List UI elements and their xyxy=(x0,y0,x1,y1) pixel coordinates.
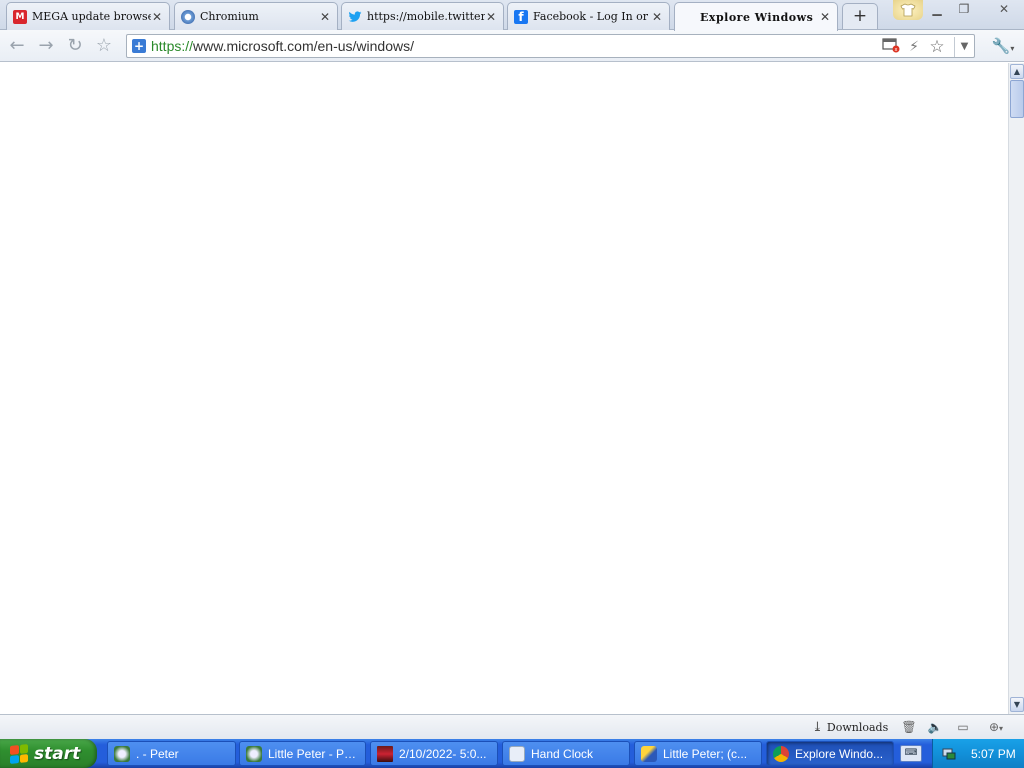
windows-logo-icon xyxy=(10,743,28,764)
mega-icon: M xyxy=(13,9,27,24)
close-icon[interactable]: ✕ xyxy=(319,10,331,24)
taskbar-item-label: . - Peter xyxy=(136,746,179,761)
taskbar-item-label: Hand Clock xyxy=(531,746,594,761)
scroll-thumb[interactable] xyxy=(1010,80,1024,118)
taskbar-item[interactable]: . - Peter xyxy=(107,741,236,766)
clock-app-icon xyxy=(509,745,525,762)
popup-blocked-icon[interactable]: x xyxy=(881,37,901,57)
close-window-icon[interactable]: ✕ xyxy=(988,0,1020,18)
dropdown-arrow-icon[interactable]: ▼ xyxy=(954,37,974,57)
start-label: start xyxy=(34,743,81,764)
tab-title: Facebook - Log In or xyxy=(533,10,649,23)
profile-shirt-icon[interactable] xyxy=(893,0,923,20)
taskbar-item-label: Explore Windo... xyxy=(795,746,884,761)
close-icon[interactable]: ✕ xyxy=(151,10,163,24)
system-tray: 5:07 PM xyxy=(932,739,1024,768)
app-icon xyxy=(246,745,262,762)
wrench-menu-icon[interactable]: 🔧▾ xyxy=(988,35,1018,57)
tab-title: MEGA update browser xyxy=(32,10,151,23)
close-icon[interactable]: ✕ xyxy=(651,10,663,24)
browser-icon xyxy=(773,745,789,762)
reload-icon[interactable]: ↻ xyxy=(64,35,86,57)
downloads-label: Downloads xyxy=(826,721,889,734)
microsoft-icon xyxy=(681,10,695,24)
zoom-icon[interactable]: ⊕▾ xyxy=(982,720,1010,735)
tab-chromium[interactable]: Chromium ✕ xyxy=(174,2,338,30)
close-icon[interactable]: ✕ xyxy=(819,10,831,24)
address-bar[interactable]: + https://www.microsoft.com/en-us/window… xyxy=(126,34,975,58)
close-icon[interactable]: ✕ xyxy=(485,10,497,24)
page-content[interactable] xyxy=(0,63,1008,714)
tab-explore-windows[interactable]: Explore Windows 11 ✕ xyxy=(674,2,838,31)
taskbar-item-label: Little Peter - Pe... xyxy=(268,746,359,761)
taskbar-item[interactable]: Explore Windo... xyxy=(766,741,894,766)
scroll-up-icon[interactable]: ▲ xyxy=(1010,64,1024,79)
tab-facebook[interactable]: f Facebook - Log In or ✕ xyxy=(507,2,670,30)
minimize-icon[interactable]: ▁ xyxy=(924,0,950,18)
twitter-icon xyxy=(348,10,362,24)
screen-icon[interactable]: ▭ xyxy=(954,720,972,735)
taskbar-item-label: Little Peter; (c... xyxy=(663,746,748,761)
scroll-down-icon[interactable]: ▼ xyxy=(1010,697,1024,712)
back-arrow-icon[interactable]: ← xyxy=(6,35,28,57)
network-icon[interactable] xyxy=(941,746,957,762)
chromium-icon xyxy=(181,9,195,24)
download-tray-icon: ⤓ xyxy=(812,720,823,735)
lightning-icon[interactable]: ⚡ xyxy=(904,37,924,57)
taskbar-item[interactable]: Hand Clock xyxy=(502,741,630,766)
url-scheme: https:// xyxy=(151,38,194,54)
new-tab-button[interactable]: + xyxy=(842,3,878,29)
tab-title: Explore Windows 11 xyxy=(700,10,819,24)
tab-twitter[interactable]: https://mobile.twitter ✕ xyxy=(341,2,504,30)
taskbar-item[interactable]: Little Peter; (c... xyxy=(634,741,762,766)
site-info-icon[interactable]: + xyxy=(132,39,146,53)
keyboard-icon[interactable]: ⌨ xyxy=(900,745,922,762)
taskbar-item-label: 2/10/2022- 5:0... xyxy=(399,746,487,761)
forward-arrow-icon[interactable]: → xyxy=(35,35,57,57)
app-icon xyxy=(641,745,657,762)
start-button[interactable]: start xyxy=(0,739,97,768)
taskbar-item[interactable]: 2/10/2022- 5:0... xyxy=(370,741,498,766)
taskbar-item[interactable]: Little Peter - Pe... xyxy=(239,741,366,766)
url-host-path: www.microsoft.com/en-us/windows/ xyxy=(193,38,414,54)
tab-strip: M MEGA update browser ✕ Chromium ✕ https… xyxy=(0,0,1024,31)
star-icon[interactable]: ☆ xyxy=(927,37,947,57)
restore-icon[interactable]: ❐ xyxy=(951,0,977,18)
downloads-button[interactable]: ⤓ Downloads xyxy=(812,719,888,736)
speaker-icon[interactable]: 🔈 xyxy=(926,720,944,735)
media-icon xyxy=(377,745,393,762)
browser-toolbar: ← → ↻ ☆ + https://www.microsoft.com/en-u… xyxy=(0,30,1024,62)
bookmark-star-icon[interactable]: ☆ xyxy=(93,35,115,57)
tab-title: https://mobile.twitter xyxy=(367,10,485,23)
app-icon xyxy=(114,745,130,762)
windows-taskbar: start . - Peter Little Peter - Pe... 2/1… xyxy=(0,739,1024,768)
url-text[interactable]: https://www.microsoft.com/en-us/windows/ xyxy=(151,38,414,54)
tab-title: Chromium xyxy=(200,10,259,23)
tab-mega[interactable]: M MEGA update browser ✕ xyxy=(6,2,170,30)
status-bar: ⤓ Downloads 🗑 🔈 ▭ ⊕▾ xyxy=(0,714,1024,739)
svg-text:x: x xyxy=(895,47,898,53)
trash-icon[interactable]: 🗑 xyxy=(900,720,918,735)
clock[interactable]: 5:07 PM xyxy=(971,747,1016,761)
facebook-icon: f xyxy=(514,9,528,24)
vertical-scrollbar[interactable]: ▲ ▼ xyxy=(1008,63,1024,714)
